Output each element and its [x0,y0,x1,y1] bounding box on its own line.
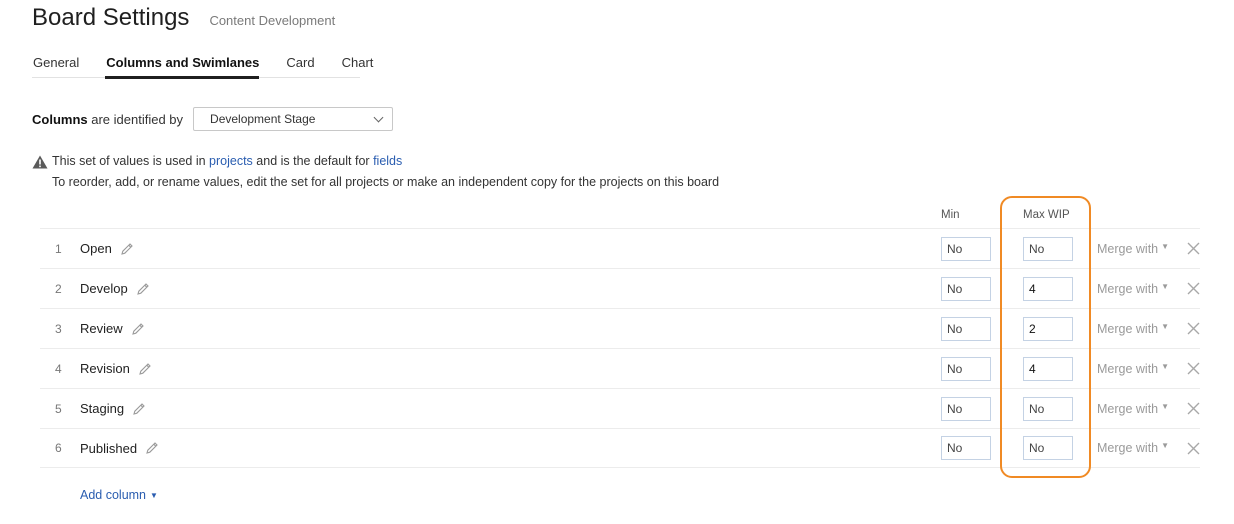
close-icon[interactable] [1187,322,1200,335]
notice-line-2: To reorder, add, or rename values, edit … [52,175,720,189]
max-wip-input[interactable] [1023,436,1073,460]
tab-chart[interactable]: Chart [341,54,374,77]
max-wip-input[interactable] [1023,396,1073,421]
merge-with-dropdown[interactable]: Merge with ▼ [1097,322,1169,336]
column-name: Revision [80,361,152,376]
board-name: Content Development [209,13,336,28]
row-number: 3 [55,321,62,336]
add-column-button[interactable]: Add column ▼ [80,488,158,502]
warning-icon [32,155,48,168]
min-input[interactable] [941,276,991,301]
column-name: Open [80,241,134,256]
caret-down-icon: ▼ [1161,441,1170,450]
column-name: Develop [80,281,150,296]
min-input[interactable] [941,396,991,421]
max-wip-input[interactable] [1023,236,1073,261]
tab-columns-and-swimlanes[interactable]: Columns and Swimlanes [105,54,260,79]
caret-down-icon: ▼ [1161,361,1170,371]
caret-down-icon: ▼ [1161,281,1170,291]
close-icon[interactable] [1187,282,1200,295]
merge-with-label: Merge with [1097,441,1159,455]
add-column-label: Add column [80,488,147,502]
close-icon[interactable] [1187,402,1200,415]
max-wip-input[interactable] [1023,316,1073,341]
row-number: 2 [55,281,62,296]
columns-label-bold: Columns [32,111,88,127]
column-name-label: Open [80,241,112,256]
caret-down-icon: ▼ [1161,401,1170,411]
tab-general[interactable]: General [32,54,79,77]
pencil-icon[interactable] [136,282,150,296]
merge-with-dropdown[interactable]: Merge with ▼ [1097,362,1169,376]
pencil-icon[interactable] [145,441,159,455]
pencil-icon[interactable] [131,322,145,336]
max-wip-column-header: Max WIP [1023,209,1070,221]
columns-field-select[interactable]: Development Stage [193,107,394,131]
page-title: Board Settings [32,4,190,31]
columns-identifier-row: Columns are identified by Development St… [32,107,394,131]
selected-field: Development Stage [210,112,316,126]
min-input[interactable] [941,436,991,460]
pencil-icon[interactable] [120,242,134,256]
notice-line-1: This set of values is used in projects a… [32,151,719,172]
column-name: Published [80,441,159,456]
merge-with-label: Merge with [1097,281,1159,296]
merge-with-dropdown[interactable]: Merge with ▼ [1097,242,1169,256]
caret-down-icon: ▼ [150,491,158,500]
min-input[interactable] [941,236,991,261]
column-name-label: Staging [80,401,125,416]
column-name: Staging [80,401,146,416]
page-header: Board Settings Content Development [32,4,335,32]
pencil-icon[interactable] [138,362,152,376]
merge-with-dropdown[interactable]: Merge with ▼ [1097,282,1169,296]
row-number: 1 [55,241,62,256]
column-name-label: Develop [80,281,128,296]
columns-label-rest: are identified by [87,111,184,127]
pencil-icon[interactable] [132,402,146,416]
columns-identifier-label: Columns are identified by [32,112,183,127]
chevron-down-icon [373,112,384,122]
notice-text-1: This set of values is used in [52,154,206,168]
table-row: 1 Open Merge with ▼ [40,228,1200,268]
caret-down-icon: ▼ [1161,241,1170,251]
merge-with-label: Merge with [1097,241,1159,256]
row-number: 4 [55,361,62,376]
merge-with-label: Merge with [1097,321,1159,336]
column-name: Review [80,321,145,336]
merge-with-label: Merge with [1097,401,1159,416]
caret-down-icon: ▼ [1161,321,1170,331]
projects-link[interactable]: projects [209,151,253,172]
min-input[interactable] [941,356,991,381]
table-row: 3 Review Merge with ▼ [40,308,1200,348]
close-icon[interactable] [1187,442,1200,455]
settings-tabs: General Columns and Swimlanes Card Chart [32,54,373,79]
merge-with-dropdown[interactable]: Merge with ▼ [1097,441,1169,455]
table-row: 5 Staging Merge with ▼ [40,388,1200,428]
max-wip-input[interactable] [1023,356,1073,381]
shared-values-notice: This set of values is used in projects a… [32,151,719,193]
notice-text-2: and is the default for [256,154,370,168]
close-icon[interactable] [1187,362,1200,375]
merge-with-label: Merge with [1097,361,1159,376]
column-name-label: Published [80,440,138,456]
close-icon[interactable] [1187,242,1200,255]
table-row: 2 Develop Merge with ▼ [40,268,1200,308]
min-input[interactable] [941,316,991,341]
row-number: 5 [55,401,62,416]
tab-card[interactable]: Card [285,54,314,77]
max-wip-input[interactable] [1023,276,1073,301]
row-number: 6 [55,441,62,455]
columns-table: 1 Open Merge with ▼ 2 Develop [40,228,1200,468]
table-row: 4 Revision Merge with ▼ [40,348,1200,388]
fields-link[interactable]: fields [373,151,402,172]
merge-with-dropdown[interactable]: Merge with ▼ [1097,402,1169,416]
min-column-header: Min [941,209,960,221]
column-name-label: Review [80,321,123,336]
column-name-label: Revision [80,361,130,376]
table-row: 6 Published Merge with ▼ [40,428,1200,468]
